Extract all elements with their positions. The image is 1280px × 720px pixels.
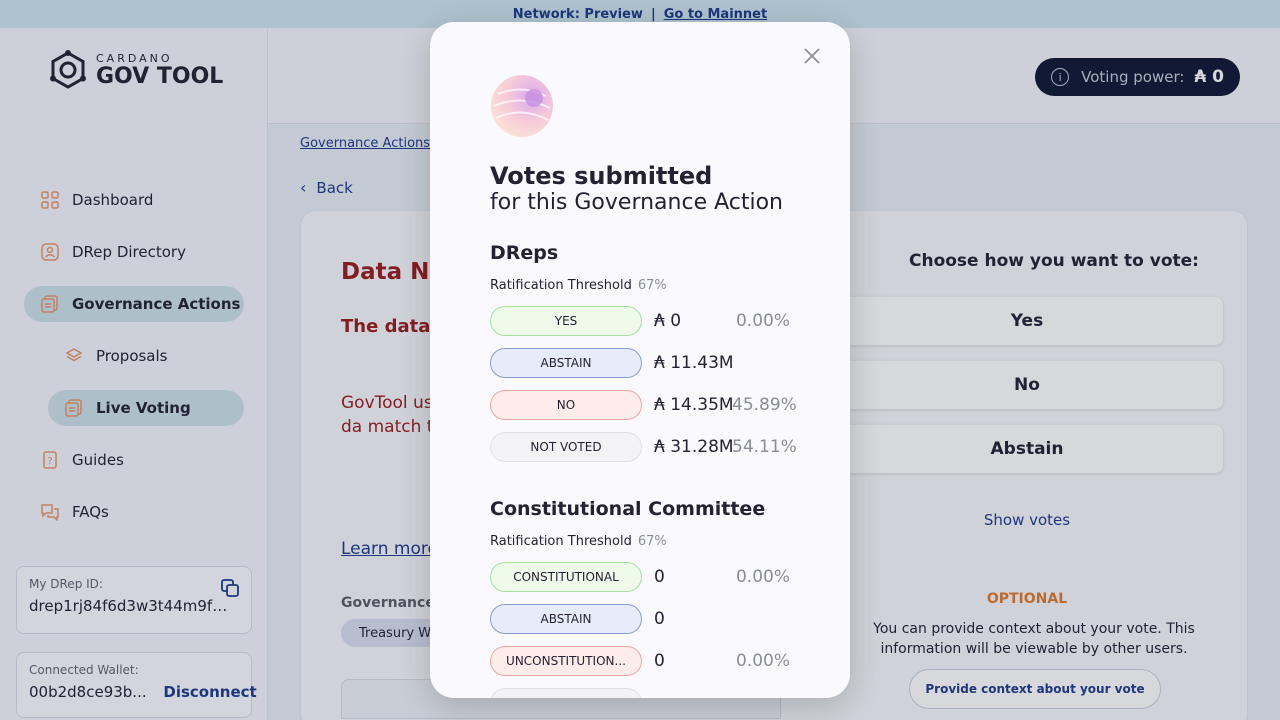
cc-vote-row-constitutional: CONSTITUTIONAL 0 0.00% <box>490 562 790 592</box>
vote-pill-abstain: ABSTAIN <box>490 348 642 378</box>
committee-threshold: Ratification Threshold 67% <box>490 534 667 549</box>
committee-section-title: Constitutional Committee <box>490 498 766 520</box>
drep-vote-row-no: NO ₳ 14.35M 45.89% <box>490 390 797 420</box>
drep-vote-row-not-voted: NOT VOTED ₳ 31.28M 54.11% <box>490 432 797 462</box>
vote-pill-partial <box>490 688 642 698</box>
vote-amount: ₳ 31.28M <box>654 437 734 457</box>
cc-vote-row-partial <box>490 688 790 698</box>
vote-amount: ₳ 14.35M <box>654 395 734 415</box>
votes-submitted-modal: Votes submitted for this Governance Acti… <box>430 22 850 698</box>
vote-percent: 0.00% <box>735 567 790 587</box>
vote-amount: ₳ 11.43M <box>654 353 734 373</box>
vote-percent: 45.89% <box>732 395 797 415</box>
votes-orb-icon <box>491 75 553 137</box>
vote-percent: 0.00% <box>735 651 790 671</box>
vote-percent: 0.00% <box>735 311 790 331</box>
vote-amount: 0 <box>654 651 665 671</box>
modal-title: Votes submitted <box>490 162 713 190</box>
dreps-threshold: Ratification Threshold 67% <box>490 278 667 293</box>
vote-pill-unconstitutional: UNCONSTITUTION... <box>490 646 642 676</box>
threshold-value: 67% <box>637 278 667 293</box>
vote-pill-abstain: ABSTAIN <box>490 604 642 634</box>
cc-vote-row-unconstitutional: UNCONSTITUTION... 0 0.00% <box>490 646 790 676</box>
threshold-value: 67% <box>637 534 667 549</box>
vote-pill-no: NO <box>490 390 642 420</box>
cc-vote-row-abstain: ABSTAIN 0 <box>490 604 790 634</box>
drep-vote-row-abstain: ABSTAIN ₳ 11.43M <box>490 348 790 378</box>
vote-amount: 0 <box>654 609 665 629</box>
vote-pill-not-voted: NOT VOTED <box>490 432 642 462</box>
dreps-section-title: DReps <box>490 242 559 264</box>
vote-pill-yes: YES <box>490 306 642 336</box>
vote-pill-constitutional: CONSTITUTIONAL <box>490 562 642 592</box>
vote-amount: 0 <box>654 567 665 587</box>
drep-vote-row-yes: YES ₳ 0 0.00% <box>490 306 790 336</box>
vote-amount: ₳ 0 <box>654 311 682 331</box>
vote-percent: 54.11% <box>732 437 797 457</box>
threshold-label: Ratification Threshold <box>490 278 632 293</box>
close-icon[interactable] <box>800 46 824 70</box>
threshold-label: Ratification Threshold <box>490 534 632 549</box>
modal-subtitle: for this Governance Action <box>490 190 783 215</box>
